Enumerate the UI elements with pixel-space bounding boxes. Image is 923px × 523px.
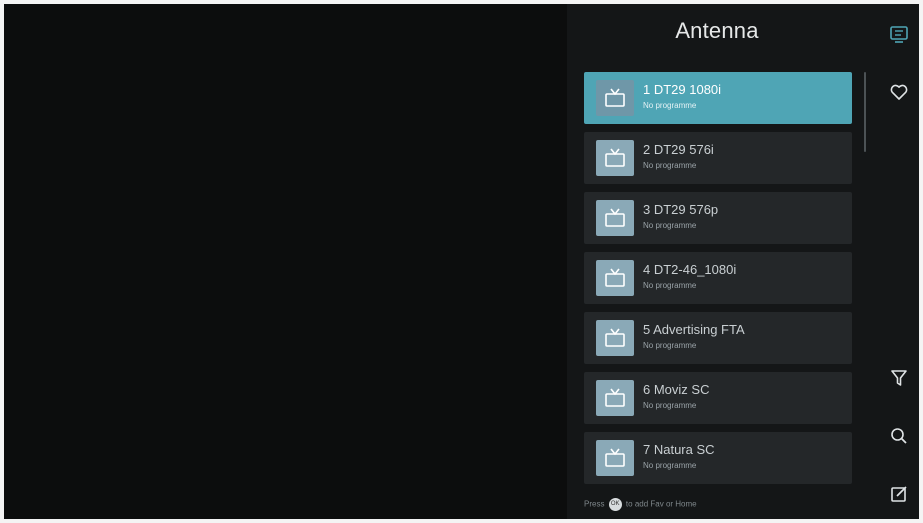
search-icon[interactable] xyxy=(889,426,909,446)
channel-list-panel: Antenna 1 DT29 1080i No programme 2 DT29… xyxy=(567,4,919,519)
channel-name: 4 DT2-46_1080i xyxy=(643,262,737,277)
video-preview-area xyxy=(4,4,567,519)
add-favourite-hint: Press OK to add Fav or Home xyxy=(584,498,697,511)
ok-button-icon: OK xyxy=(608,498,622,511)
channel-list: 1 DT29 1080i No programme 2 DT29 576i No… xyxy=(584,72,854,484)
channel-item[interactable]: 5 Advertising FTA No programme xyxy=(584,312,852,364)
channel-name: 5 Advertising FTA xyxy=(643,322,745,337)
channel-item[interactable]: 6 Moviz SC No programme xyxy=(584,372,852,424)
hint-text-before: Press xyxy=(584,499,605,509)
tv-icon xyxy=(596,140,634,176)
channel-list-icon[interactable] xyxy=(889,24,909,44)
tv-icon xyxy=(596,380,634,416)
panel-title: Antenna xyxy=(675,18,759,43)
side-toolbar xyxy=(877,4,919,519)
channel-item[interactable]: 3 DT29 576p No programme xyxy=(584,192,852,244)
channel-programme: No programme xyxy=(643,461,697,470)
tv-icon xyxy=(596,200,634,236)
hint-text-after: to add Fav or Home xyxy=(625,499,697,509)
channel-programme: No programme xyxy=(643,281,697,290)
channel-programme: No programme xyxy=(643,101,697,110)
channel-list-scrollbar[interactable] xyxy=(864,72,866,152)
favourite-heart-icon[interactable] xyxy=(889,82,909,102)
filter-icon[interactable] xyxy=(889,368,909,388)
channel-name: 3 DT29 576p xyxy=(643,202,719,217)
tv-icon xyxy=(596,440,634,476)
channel-item[interactable]: 7 Natura SC No programme xyxy=(584,432,852,484)
channel-name: 6 Moviz SC xyxy=(643,382,710,397)
channel-item[interactable]: 1 DT29 1080i No programme xyxy=(584,72,852,124)
channel-name: 1 DT29 1080i xyxy=(643,82,722,97)
tv-icon xyxy=(596,320,634,356)
channel-programme: No programme xyxy=(643,401,697,410)
edit-icon[interactable] xyxy=(889,484,909,504)
tv-screen: Antenna 1 DT29 1080i No programme 2 DT29… xyxy=(4,4,919,519)
channel-programme: No programme xyxy=(643,341,697,350)
tv-icon xyxy=(596,80,634,116)
channel-item[interactable]: 4 DT2-46_1080i No programme xyxy=(584,252,852,304)
channel-programme: No programme xyxy=(643,221,697,230)
channel-item[interactable]: 2 DT29 576i No programme xyxy=(584,132,852,184)
channel-name: 7 Natura SC xyxy=(643,442,715,457)
channel-programme: No programme xyxy=(643,161,697,170)
tv-icon xyxy=(596,260,634,296)
channel-name: 2 DT29 576i xyxy=(643,142,714,157)
